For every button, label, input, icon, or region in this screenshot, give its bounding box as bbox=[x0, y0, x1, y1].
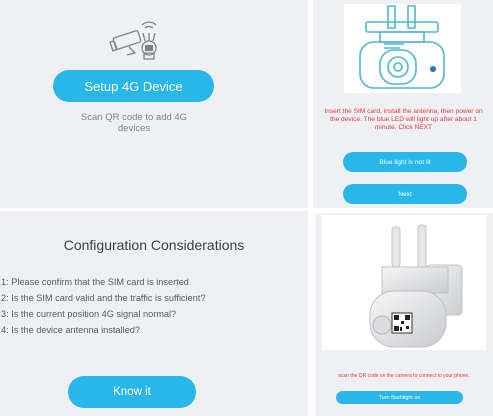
scan-qr-hint: Scan QR code to add 4G devices bbox=[80, 112, 188, 134]
scan-qr-instruction: scan the QR code on the camera to connec… bbox=[338, 373, 470, 379]
sim-instruction-text: Insert the SIM card, install the antenna… bbox=[324, 108, 483, 131]
list-item: 3: Is the current position 4G signal nor… bbox=[1, 309, 177, 319]
know-it-button[interactable]: Know it bbox=[68, 376, 196, 408]
considerations-list: 1: Please confirm that the SIM card is i… bbox=[1, 274, 205, 338]
considerations-panel: Configuration Considerations 1: Please c… bbox=[0, 211, 308, 416]
setup-4g-panel: Setup 4G Device Scan QR code to add 4G d… bbox=[0, 0, 308, 208]
list-item: 2: Is the SIM card valid and the traffic… bbox=[1, 293, 206, 303]
setup-4g-device-button[interactable]: Setup 4G Device bbox=[53, 70, 214, 102]
camera-4g-icon bbox=[109, 21, 157, 60]
list-item: 1: Please confirm that the SIM card is i… bbox=[1, 277, 189, 287]
considerations-title: Configuration Considerations bbox=[63, 237, 245, 253]
blue-light-not-lit-button[interactable]: Blue light is not lit bbox=[343, 152, 467, 172]
list-item: 4: Is the device antenna installed? bbox=[1, 325, 140, 335]
turn-flashlight-on-button[interactable]: Turn flashlight on bbox=[336, 391, 463, 404]
camera-qr-photo bbox=[322, 215, 486, 350]
sim-install-panel: Insert the SIM card, install the antenna… bbox=[313, 0, 493, 208]
camera-sim-illustration bbox=[344, 4, 461, 93]
qr-scan-panel: scan the QR code on the camera to connec… bbox=[315, 213, 493, 416]
next-button[interactable]: Next bbox=[343, 184, 467, 204]
